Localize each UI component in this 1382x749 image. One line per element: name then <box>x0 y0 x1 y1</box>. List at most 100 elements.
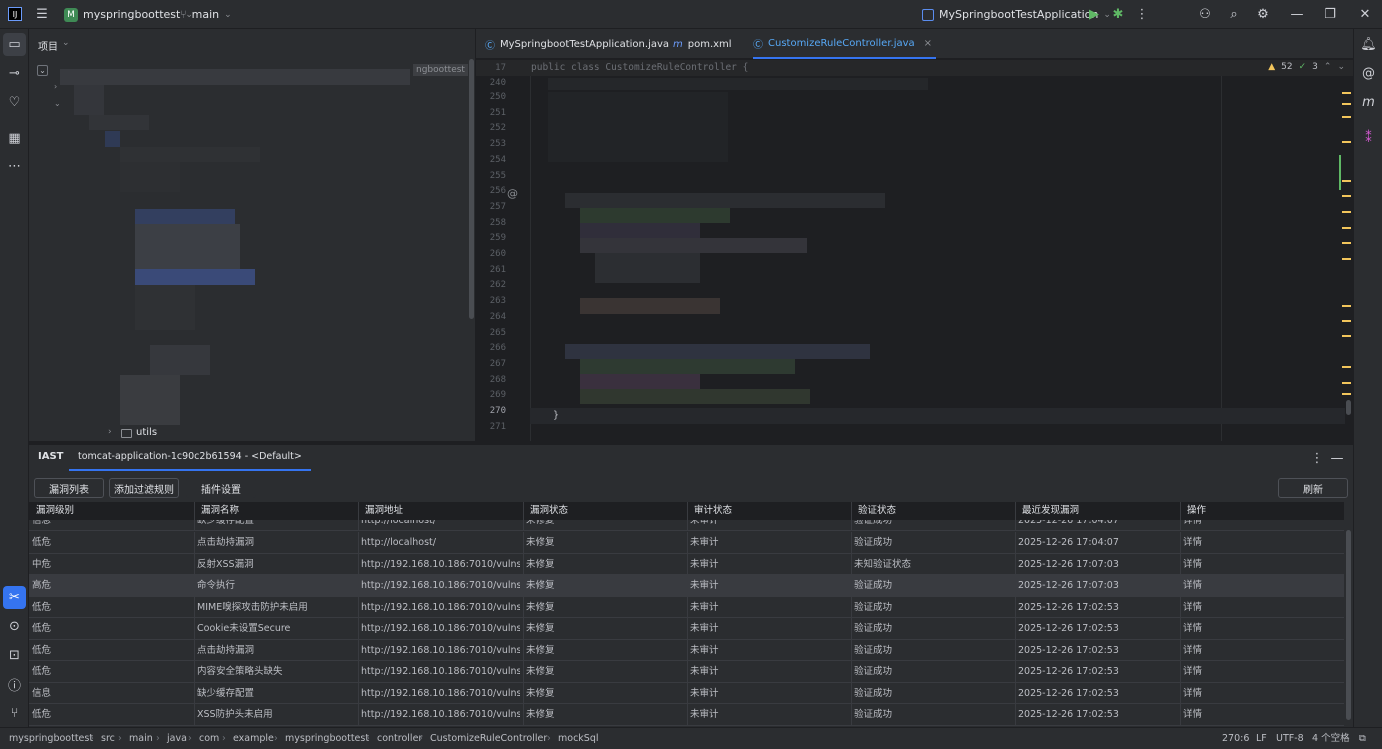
breadcrumb-item[interactable]: myspringboottest <box>285 728 369 749</box>
warning-marker[interactable] <box>1342 195 1351 197</box>
table-row[interactable]: 信息 缺少缓存配置 http://localhost/未修复 未审计 验证成功 2025-… <box>29 520 1344 531</box>
readonly-lock-icon[interactable]: ⧉ <box>1359 728 1366 749</box>
breadcrumb-item[interactable]: myspringboottest <box>9 728 93 749</box>
pull-requests-icon[interactable]: ♡ <box>3 91 26 114</box>
chevron-up-icon[interactable]: ⌃ <box>1324 62 1332 72</box>
more-options-icon[interactable]: ⋮ <box>1306 447 1328 469</box>
breadcrumb-item[interactable]: com <box>199 728 219 749</box>
breadcrumb-item[interactable]: CustomizeRuleController <box>430 728 547 749</box>
warning-marker[interactable] <box>1342 92 1351 94</box>
file-encoding[interactable]: UTF-8 <box>1276 728 1304 749</box>
warning-marker[interactable] <box>1342 227 1351 229</box>
warning-marker[interactable] <box>1342 366 1351 368</box>
column-divider[interactable] <box>1015 502 1016 520</box>
details-link[interactable]: 详情 <box>1183 683 1341 704</box>
caret-position[interactable]: 270:6 <box>1222 728 1249 749</box>
breadcrumb-item[interactable]: controller <box>377 728 422 749</box>
close-icon[interactable]: ✕ <box>1354 3 1376 25</box>
expand-arrow-icon[interactable]: › <box>108 427 112 437</box>
tab-pom-xml[interactable]: m pom.xml <box>673 29 732 59</box>
details-link[interactable]: 详情 <box>1183 554 1341 575</box>
column-header[interactable]: 漏洞名称 <box>201 502 239 520</box>
add-filter-rule-button[interactable]: 添加过滤规则 <box>109 478 179 498</box>
expand-arrow-icon[interactable]: › <box>54 82 57 91</box>
tab-tomcat-application[interactable]: tomcat-application-1c90c2b61594 - <Defau… <box>69 445 311 471</box>
warning-marker[interactable] <box>1342 305 1351 307</box>
app-logo-icon[interactable]: IJ <box>4 3 26 25</box>
folder-utils-label[interactable]: utils <box>136 427 157 438</box>
refresh-button[interactable]: 刷新 <box>1278 478 1348 498</box>
column-header[interactable]: 漏洞地址 <box>365 502 403 520</box>
details-link[interactable]: 详情 <box>1183 597 1341 618</box>
breadcrumb-item[interactable]: java <box>167 728 187 749</box>
warning-marker[interactable] <box>1342 103 1351 105</box>
warning-marker[interactable] <box>1342 180 1351 182</box>
main-menu-icon[interactable]: ☰ <box>31 3 53 25</box>
warning-marker[interactable] <box>1342 211 1351 213</box>
column-header[interactable]: 审计状态 <box>694 502 732 520</box>
chevron-down-icon[interactable]: ⌄ <box>1337 62 1345 72</box>
vuln-list-button[interactable]: 漏洞列表 <box>34 478 104 498</box>
editor-scrollbar[interactable] <box>1346 400 1351 415</box>
more-actions-icon[interactable]: ⋮ <box>1131 3 1153 25</box>
close-tab-icon[interactable]: × <box>924 38 932 49</box>
column-divider[interactable] <box>1180 502 1181 520</box>
warning-marker[interactable] <box>1342 141 1351 143</box>
warning-marker[interactable] <box>1342 116 1351 118</box>
minimize-icon[interactable]: — <box>1286 3 1308 25</box>
breadcrumb-item[interactable]: example <box>233 728 274 749</box>
tab-customize-rule-controller[interactable]: Ⓒ CustomizeRuleController.java × <box>753 29 937 59</box>
breadcrumb-item[interactable]: main <box>129 728 153 749</box>
table-row[interactable]: 低危 内容安全策略头缺失 http://192.168.10.186:7010/vu… <box>29 661 1344 683</box>
settings-gear-icon[interactable]: ⚙ <box>1252 3 1274 25</box>
commit-icon[interactable]: ⊸ <box>3 62 26 85</box>
search-icon[interactable]: ⌕ <box>1223 3 1245 25</box>
services-icon[interactable]: ⊙ <box>3 615 26 638</box>
warning-marker[interactable] <box>1342 335 1351 337</box>
ai-assistant-icon[interactable]: @ <box>1357 62 1380 85</box>
implementation-marker-icon[interactable]: @ <box>507 187 518 200</box>
table-row[interactable]: 低危 点击劫持漏洞 http://192.168.10.186:7010/vulns… <box>29 639 1344 661</box>
collapse-icon[interactable]: ⌄ <box>37 65 48 76</box>
warning-marker[interactable] <box>1342 382 1351 384</box>
warning-marker[interactable] <box>1342 242 1351 244</box>
debug-icon[interactable]: ✱ <box>1107 3 1129 25</box>
details-link[interactable]: 详情 <box>1183 532 1341 553</box>
hide-panel-icon[interactable]: — <box>1326 447 1348 469</box>
column-divider[interactable] <box>523 502 524 520</box>
column-header[interactable]: 最近发现漏洞 <box>1022 502 1079 520</box>
project-selector[interactable]: M myspringboottest ⌄ <box>64 0 193 29</box>
structure-icon[interactable]: ▦ <box>3 127 26 150</box>
branch-selector[interactable]: ⑂ main ⌄ <box>180 0 232 29</box>
details-link[interactable]: 详情 <box>1183 618 1341 639</box>
project-panel-header[interactable]: 项目 ⌄ <box>38 38 70 53</box>
expand-arrow-icon[interactable]: ⌄ <box>54 99 61 108</box>
git-icon[interactable]: ⑂ <box>3 702 26 725</box>
table-row[interactable]: 高危 命令执行 http://192.168.10.186:7010/vulns/0… <box>29 575 1344 597</box>
plugin-settings-button[interactable]: 插件设置 <box>186 478 256 498</box>
terminal-icon[interactable]: ⊡ <box>3 644 26 667</box>
table-row[interactable]: 低危 点击劫持漏洞 http://localhost/未修复 未审计 验证成功 2025-… <box>29 532 1344 554</box>
warning-marker[interactable] <box>1342 258 1351 260</box>
line-ending[interactable]: LF <box>1256 728 1267 749</box>
details-link[interactable]: 详情 <box>1183 661 1341 682</box>
warning-marker[interactable] <box>1342 393 1351 395</box>
run-icon[interactable]: ▶ <box>1083 3 1105 25</box>
project-scrollbar[interactable] <box>469 59 474 319</box>
inspection-widget[interactable]: ▲ 52 ✓ 3 ⌃ ⌄ <box>1268 62 1345 72</box>
column-header[interactable]: 操作 <box>1187 502 1206 520</box>
details-link[interactable]: 详情 <box>1183 704 1341 725</box>
restore-icon[interactable]: ❐ <box>1319 3 1341 25</box>
table-row[interactable]: 中危 反射XSS漏洞 http://192.168.10.186:7010/vuln… <box>29 553 1344 575</box>
maven-icon[interactable]: m <box>1357 91 1380 114</box>
breadcrumb-item[interactable]: mockSql <box>558 728 599 749</box>
notifications-bell-icon[interactable]: 🔔︎ <box>1357 33 1380 56</box>
details-link[interactable]: 详情 <box>1183 640 1341 661</box>
iast-plugin-icon[interactable]: ✂ <box>3 586 26 609</box>
column-header[interactable]: 漏洞状态 <box>530 502 568 520</box>
column-header[interactable]: 验证状态 <box>858 502 896 520</box>
column-header[interactable]: 漏洞级别 <box>36 502 74 520</box>
details-link[interactable]: 详情 <box>1183 520 1341 530</box>
problems-icon[interactable]: ⓘ <box>3 673 26 696</box>
add-user-icon[interactable]: ⚇ <box>1194 3 1216 25</box>
